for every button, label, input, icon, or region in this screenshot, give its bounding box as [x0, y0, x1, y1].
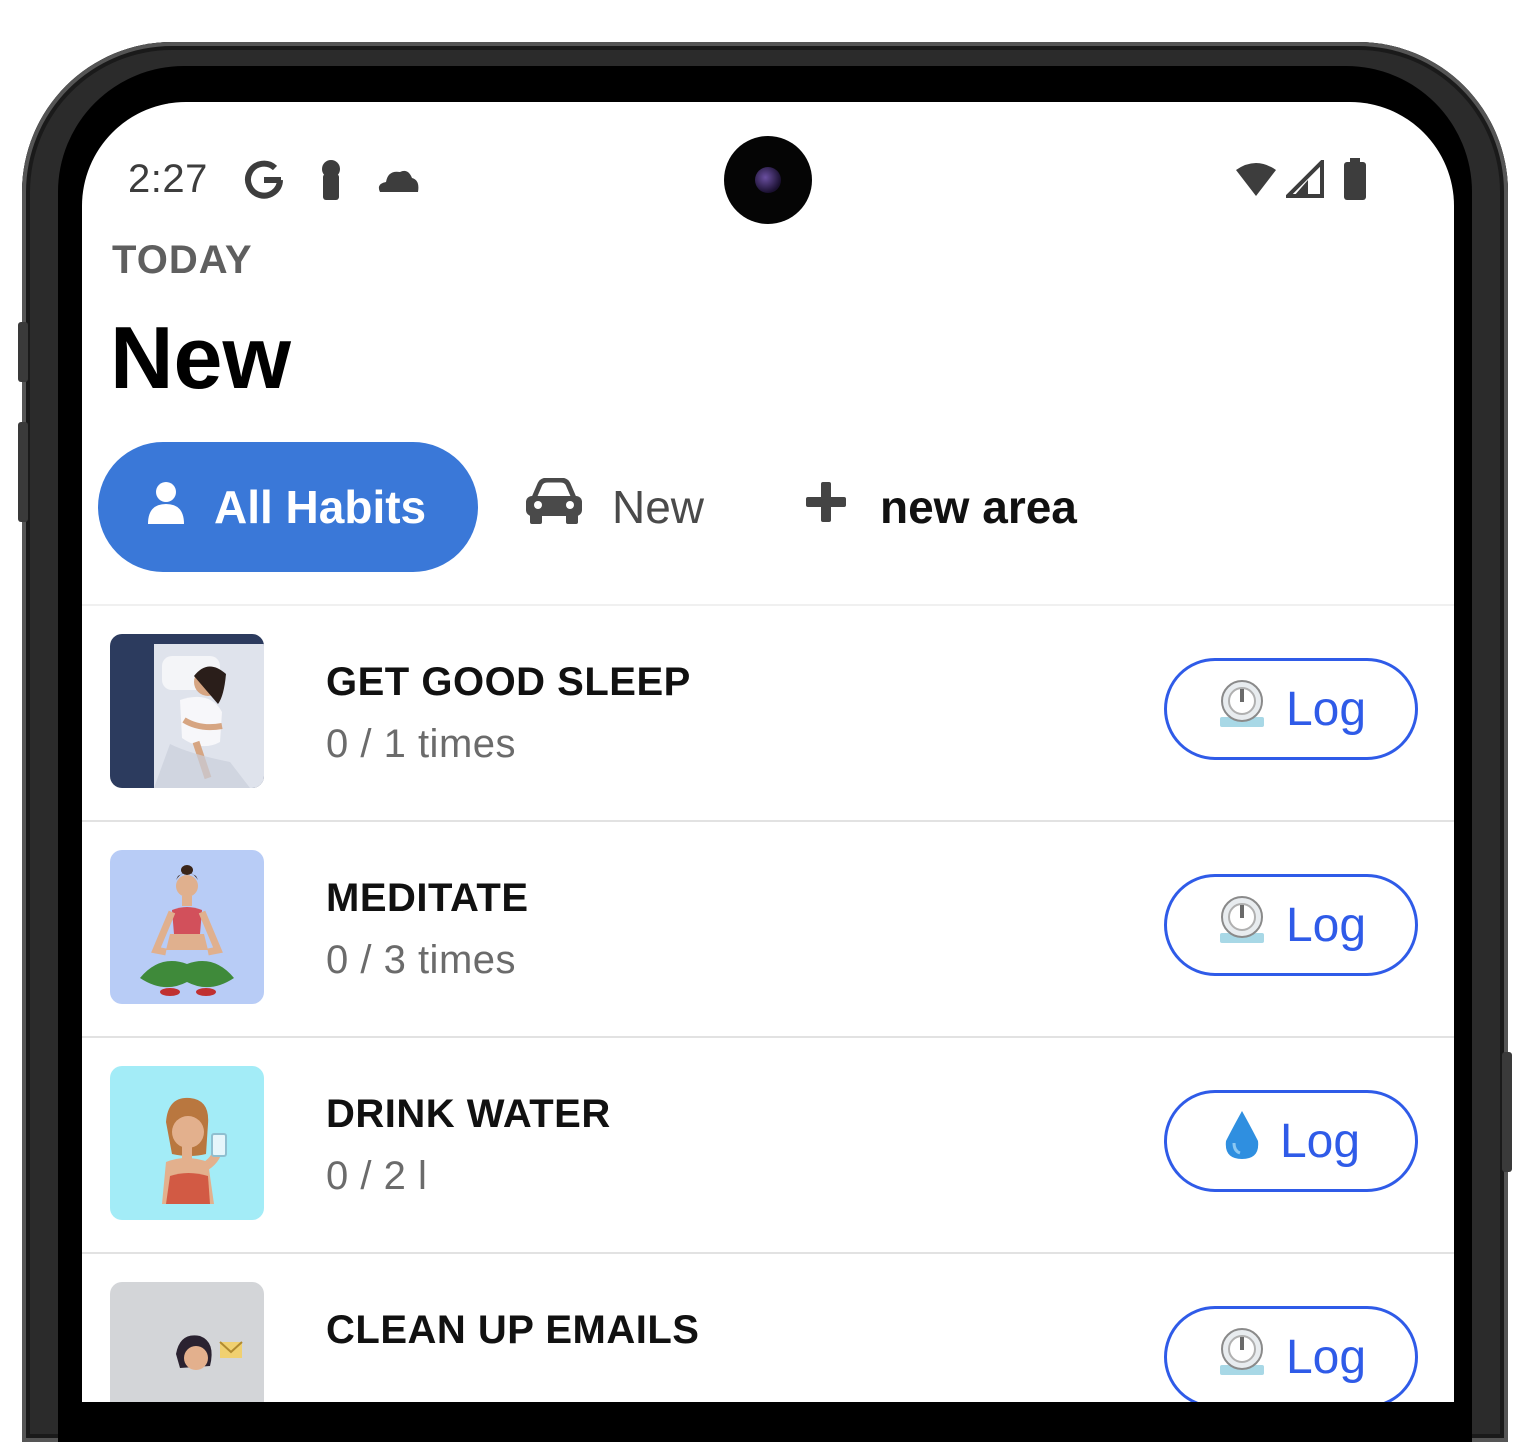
habit-row[interactable]: CLEAN UP EMAILS Log: [82, 1254, 1454, 1402]
add-area-button[interactable]: new area: [804, 442, 1077, 572]
water-drop-icon: [1222, 1109, 1262, 1173]
log-button[interactable]: Log: [1164, 1090, 1418, 1192]
page-title: New: [110, 308, 291, 407]
habit-name: GET GOOD SLEEP: [326, 660, 691, 704]
timer-icon: [1216, 677, 1268, 741]
log-button-label: Log: [1279, 1114, 1361, 1168]
status-time: 2:27: [128, 157, 208, 201]
area-filter-bar: All Habits New new area: [98, 442, 1398, 572]
habit-row[interactable]: MEDITATE 0 / 3 times Log: [82, 822, 1454, 1038]
cloud-icon: [374, 164, 422, 201]
habit-name: MEDITATE: [326, 876, 529, 920]
habit-row[interactable]: DRINK WATER 0 / 2 l Log: [82, 1038, 1454, 1254]
plus-icon: [804, 480, 848, 535]
log-button[interactable]: Log: [1164, 658, 1418, 760]
app-screen: 2:27 TODAY New All Habits New new area G…: [82, 102, 1454, 1402]
battery-icon: [1342, 158, 1368, 205]
habit-progress: 0 / 3 times: [326, 938, 517, 982]
car-icon: [522, 477, 586, 537]
habit-name: CLEAN UP EMAILS: [326, 1308, 700, 1352]
person-icon: [146, 480, 186, 535]
google-icon: [242, 158, 286, 207]
log-button[interactable]: Log: [1164, 874, 1418, 976]
phone-side-button: [18, 422, 28, 522]
filter-chip-new[interactable]: New: [522, 442, 704, 572]
timer-icon: [1216, 893, 1268, 957]
log-button-label: Log: [1285, 1330, 1367, 1384]
log-button[interactable]: Log: [1164, 1306, 1418, 1402]
habit-thumbnail-meditate: [110, 850, 264, 1004]
habit-thumbnail-water: [110, 1066, 264, 1220]
habit-thumbnail-sleep: [110, 634, 264, 788]
phone-side-button: [18, 322, 28, 382]
signal-icon: [1283, 157, 1324, 203]
date-overline: TODAY: [112, 238, 253, 282]
habit-progress: 0 / 1 times: [326, 722, 517, 766]
habit-name: DRINK WATER: [326, 1092, 611, 1136]
timer-icon: [1216, 1325, 1268, 1389]
habit-progress: 0 / 2 l: [326, 1154, 428, 1198]
log-button-label: Log: [1285, 682, 1367, 736]
keyhole-icon: [314, 158, 348, 207]
log-button-label: Log: [1285, 898, 1367, 952]
status-bar: 2:27: [82, 102, 1454, 224]
filter-chip-label: new area: [880, 481, 1077, 533]
filter-chip-label: New: [612, 481, 705, 533]
front-camera: [724, 136, 812, 224]
habit-thumbnail-emails: [110, 1282, 264, 1402]
filter-chip-label: All Habits: [214, 481, 427, 533]
filter-chip-all-habits[interactable]: All Habits: [98, 442, 478, 572]
habit-row[interactable]: GET GOOD SLEEP 0 / 1 times Log: [82, 606, 1454, 822]
wifi-icon: [1234, 162, 1278, 203]
phone-side-button: [1502, 1052, 1512, 1172]
